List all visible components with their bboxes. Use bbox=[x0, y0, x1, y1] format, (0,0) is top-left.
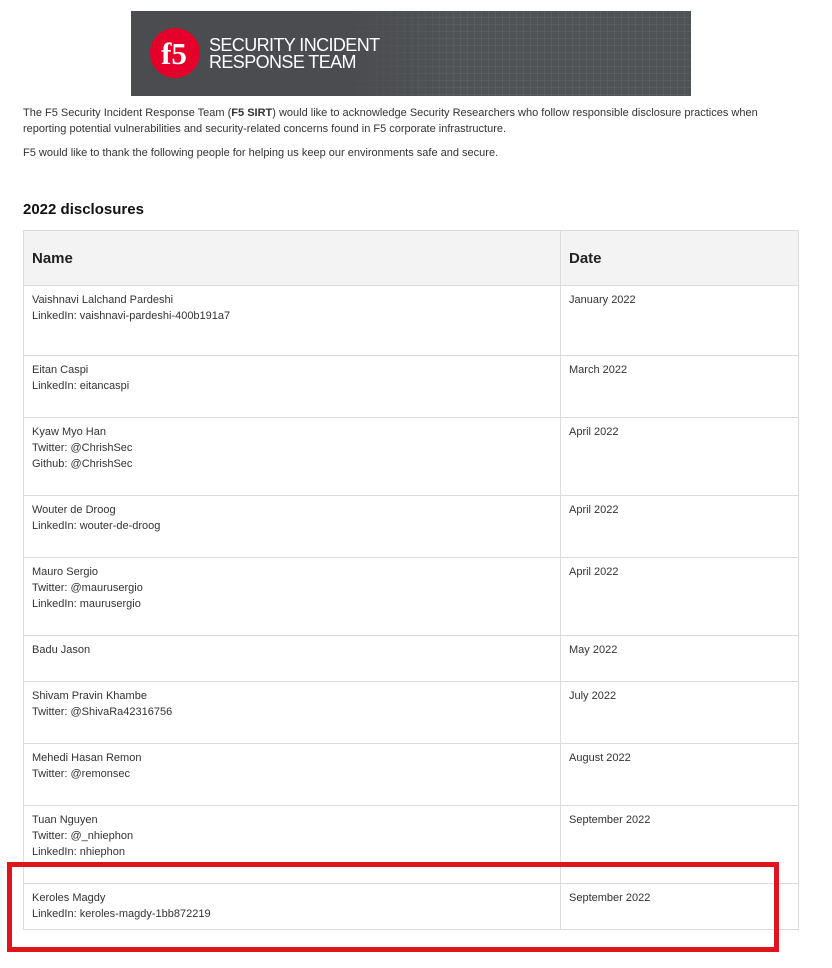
researcher-handle: LinkedIn: maurusergio bbox=[32, 598, 141, 610]
table-row: Wouter de Droog LinkedIn: wouter-de-droog… bbox=[23, 495, 799, 558]
name-cell: Wouter de Droog LinkedIn: wouter-de-droog bbox=[23, 495, 561, 558]
section-title: 2022 disclosures bbox=[23, 201, 144, 218]
date-cell: August 2022 bbox=[560, 743, 799, 806]
date-cell: March 2022 bbox=[560, 355, 799, 418]
highlight-box bbox=[7, 862, 779, 952]
researcher-name: Vaishnavi Lalchand Pardeshi bbox=[32, 294, 174, 306]
name-cell: Shivam Pravin Khambe Twitter: @ShivaRa423… bbox=[23, 681, 561, 744]
intro-p1-before: The F5 Security Incident Response Team ( bbox=[23, 107, 232, 119]
table-row: Vaishnavi Lalchand Pardeshi LinkedIn: vai… bbox=[23, 285, 799, 356]
date-cell: April 2022 bbox=[560, 557, 799, 636]
researcher-handle: LinkedIn: eitancaspi bbox=[32, 380, 130, 392]
table-row: Kyaw Myo Han Twitter: @ChrishSec Github: @… bbox=[23, 417, 799, 496]
f5-logo-icon: f5 bbox=[150, 28, 200, 78]
intro-paragraph-1: The F5 Security Incident Response Team (… bbox=[23, 105, 783, 137]
table-row: Eitan Caspi LinkedIn: eitancaspi March 202… bbox=[23, 355, 799, 418]
header-name: Name bbox=[23, 230, 561, 286]
banner-line2: RESPONSE TEAM bbox=[209, 52, 357, 72]
researcher-name: Badu Jason bbox=[32, 644, 91, 656]
table-row: Mauro Sergio Twitter: @maurusergio LinkedI… bbox=[23, 557, 799, 636]
researcher-name: Eitan Caspi bbox=[32, 364, 89, 376]
researcher-name: Mehedi Hasan Remon bbox=[32, 752, 142, 764]
name-cell: Mehedi Hasan Remon Twitter: @remonsec bbox=[23, 743, 561, 806]
researcher-handle: Twitter: @_nhiephon bbox=[32, 830, 134, 842]
researcher-name: Mauro Sergio bbox=[32, 566, 99, 578]
researcher-handle: LinkedIn: wouter-de-droog bbox=[32, 520, 161, 532]
date-cell: May 2022 bbox=[560, 635, 799, 682]
sirt-banner: f5 SECURITY INCIDENT RESPONSE TEAM bbox=[131, 11, 691, 96]
researcher-handle: Twitter: @ChrishSec bbox=[32, 442, 133, 454]
name-cell: Mauro Sergio Twitter: @maurusergio LinkedI… bbox=[23, 557, 561, 636]
date-cell: April 2022 bbox=[560, 417, 799, 496]
name-cell: Badu Jason bbox=[23, 635, 561, 682]
name-cell: Eitan Caspi LinkedIn: eitancaspi bbox=[23, 355, 561, 418]
researcher-handle: LinkedIn: vaishnavi-pardeshi-400b191a7 bbox=[32, 310, 231, 322]
table-row: Shivam Pravin Khambe Twitter: @ShivaRa423… bbox=[23, 681, 799, 744]
researcher-name: Shivam Pravin Khambe bbox=[32, 690, 147, 702]
header-date: Date bbox=[560, 230, 799, 286]
logo-text: f5 bbox=[161, 36, 187, 71]
table-row: Badu Jason May 2022 bbox=[23, 635, 799, 682]
date-cell: January 2022 bbox=[560, 285, 799, 356]
date-cell: April 2022 bbox=[560, 495, 799, 558]
name-cell: Vaishnavi Lalchand Pardeshi LinkedIn: vai… bbox=[23, 285, 561, 356]
researcher-handle: Twitter: @ShivaRa42316756 bbox=[32, 706, 173, 718]
intro-text: The F5 Security Incident Response Team (… bbox=[23, 105, 783, 169]
table-header-row: Name Date bbox=[23, 230, 799, 286]
researcher-handle: LinkedIn: nhiephon bbox=[32, 846, 125, 858]
name-cell: Kyaw Myo Han Twitter: @ChrishSec Github: @… bbox=[23, 417, 561, 496]
table-body: Vaishnavi Lalchand Pardeshi LinkedIn: vai… bbox=[23, 285, 799, 930]
researcher-handle: Twitter: @maurusergio bbox=[32, 582, 143, 594]
date-cell: July 2022 bbox=[560, 681, 799, 744]
researcher-name: Wouter de Droog bbox=[32, 504, 116, 516]
table-row: Mehedi Hasan Remon Twitter: @remonsec Augu… bbox=[23, 743, 799, 806]
researcher-handle: Twitter: @remonsec bbox=[32, 768, 130, 780]
researcher-name: Kyaw Myo Han bbox=[32, 426, 106, 438]
intro-p1-bold: F5 SIRT bbox=[231, 107, 273, 119]
disclosures-table: Name Date Vaishnavi Lalchand Pardeshi Lin… bbox=[23, 230, 799, 930]
researcher-handle: Github: @ChrishSec bbox=[32, 458, 133, 470]
intro-paragraph-2: F5 would like to thank the following peo… bbox=[23, 147, 499, 159]
researcher-name: Tuan Nguyen bbox=[32, 814, 98, 826]
banner-title: SECURITY INCIDENT RESPONSE TEAM bbox=[209, 36, 380, 72]
